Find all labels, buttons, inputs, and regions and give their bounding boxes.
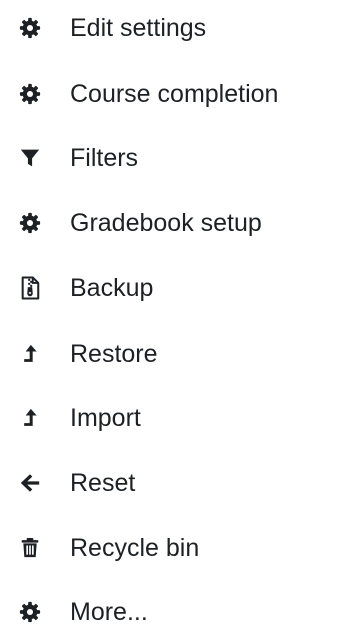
menu-item-more[interactable]: More... [18,594,338,630]
menu-item-label: Course completion [70,80,279,108]
menu-item-label: Edit settings [70,14,207,42]
menu-item-label: Import [70,404,141,432]
menu-item-restore[interactable]: Restore [18,336,338,372]
menu-item-label: More... [70,598,148,626]
menu-item-reset[interactable]: Reset [18,465,338,501]
arrow-left-icon [18,471,42,495]
gear-icon [18,600,42,624]
menu-item-label: Reset [70,469,136,497]
menu-item-recycle-bin[interactable]: Recycle bin [18,530,338,566]
menu-item-label: Restore [70,340,158,368]
course-admin-menu: Edit settings Course completion Filters [0,0,342,628]
gear-icon [18,16,42,40]
menu-item-label: Gradebook setup [70,209,262,237]
menu-item-course-completion[interactable]: Course completion [18,76,338,112]
gear-icon [18,211,42,235]
file-archive-icon [18,276,42,300]
gear-icon [18,82,42,106]
menu-item-label: Recycle bin [70,534,200,562]
menu-item-label: Filters [70,144,139,172]
level-up-icon [18,406,42,430]
menu-item-edit-settings[interactable]: Edit settings [18,10,338,46]
trash-icon [18,536,42,560]
filter-icon [18,146,42,170]
menu-item-import[interactable]: Import [18,400,338,436]
menu-item-backup[interactable]: Backup [18,270,338,306]
menu-item-gradebook-setup[interactable]: Gradebook setup [18,205,338,241]
menu-item-label: Backup [70,274,154,302]
menu-item-filters[interactable]: Filters [18,140,338,176]
level-up-icon [18,342,42,366]
